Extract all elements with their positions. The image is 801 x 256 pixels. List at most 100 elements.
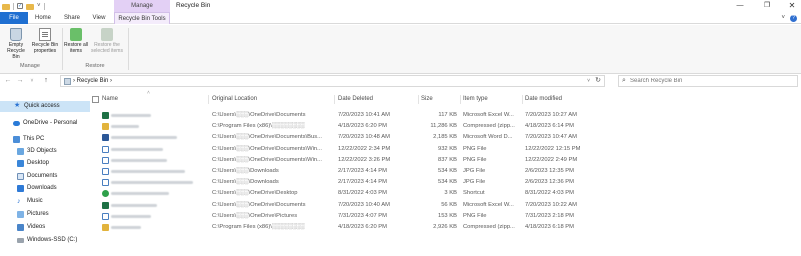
nav-item-pictures[interactable]: Pictures <box>0 209 90 220</box>
cell-size: 153 KB <box>437 212 457 219</box>
nav-item-desktop[interactable]: Desktop <box>0 158 90 169</box>
address-dropdown-icon[interactable]: ˅ <box>587 76 590 86</box>
png-file-icon <box>102 145 109 153</box>
cell-date-deleted: 2/17/2023 4:14 PM <box>338 179 387 186</box>
column-divider[interactable] <box>418 95 419 104</box>
search-input[interactable] <box>630 76 795 86</box>
cell-date-modified: 4/18/2023 6:18 PM <box>525 224 574 230</box>
column-header-original-location[interactable]: Original Location <box>212 93 257 106</box>
cell-size: 2,926 KB <box>433 224 457 230</box>
cell-date-deleted: 12/22/2022 3:26 PM <box>338 156 391 163</box>
desktop-icon <box>17 160 24 167</box>
cell-original-location: C:\Users\░░░\OneDrive\Pictures <box>212 212 298 219</box>
column-header-date-modified[interactable]: Date modified <box>525 93 562 106</box>
tab-recycle-bin-tools[interactable]: Recycle Bin Tools <box>114 12 170 24</box>
cell-item-type: PNG File <box>463 145 487 152</box>
cell-item-type: Compressed (zipp... <box>463 224 515 230</box>
redacted-file-name <box>111 214 151 218</box>
png-file-icon <box>102 212 109 220</box>
table-row[interactable]: C:\Users\░░░\Downloads 2/17/2023 4:14 PM 5… <box>92 177 801 188</box>
cell-original-location: C:\Users\░░░\OneDrive\Documents <box>212 112 306 118</box>
breadcrumb[interactable]: › Recycle Bin › <box>73 76 112 86</box>
table-row[interactable]: C:\Users\░░░\OneDrive\Documents\Win... 12… <box>92 144 801 155</box>
minimize-button[interactable]: — <box>726 0 754 12</box>
new-folder-icon[interactable] <box>26 3 34 10</box>
search-box[interactable]: ⌕ <box>618 75 798 87</box>
properties-check-icon[interactable]: ✓ <box>17 3 23 9</box>
file-list: ˄ Name Original Location Date Deleted Si… <box>92 90 801 256</box>
nav-item-this-pc[interactable]: This PC <box>0 134 90 145</box>
ribbon-right-controls: ˅ ? <box>781 12 797 24</box>
table-row[interactable]: C:\Users\░░░\OneDrive\Pictures 7/31/2023 … <box>92 211 801 222</box>
ribbon-group-restore: Restore <box>85 63 105 69</box>
tab-share[interactable]: Share <box>58 12 86 24</box>
redacted-file-name <box>111 158 167 162</box>
nav-item-music[interactable]: ♪ Music <box>0 196 90 207</box>
nav-item-quick-access[interactable]: ★ Quick access <box>0 101 90 112</box>
nav-item-onedrive[interactable]: OneDrive - Personal <box>0 118 90 129</box>
shortcut-file-icon <box>102 190 109 198</box>
nav-item-documents[interactable]: Documents <box>0 171 90 182</box>
tab-file[interactable]: File <box>0 12 28 24</box>
refresh-icon[interactable]: ↻ <box>595 76 601 86</box>
nav-item-3d-objects[interactable]: 3D Objects <box>0 146 90 157</box>
zip-file-icon <box>102 224 109 231</box>
window-title: Recycle Bin <box>176 2 211 9</box>
recycle-bin-properties-button[interactable]: Recycle Bin properties <box>30 28 60 54</box>
column-header-name[interactable]: Name <box>102 93 118 106</box>
back-button[interactable]: ← <box>3 75 13 87</box>
redacted-file-name <box>111 136 177 140</box>
column-header-size[interactable]: Size <box>421 93 433 106</box>
table-row[interactable]: C:\Program Files (x86)\░░░░░░░░ 4/18/2023… <box>92 121 801 132</box>
up-button[interactable]: ↑ <box>41 75 51 87</box>
cell-date-deleted: 4/18/2023 6:20 PM <box>338 123 387 130</box>
cell-size: 3 KB <box>444 190 457 197</box>
help-icon[interactable]: ? <box>790 14 797 22</box>
column-divider[interactable] <box>460 95 461 104</box>
table-row[interactable]: C:\Users\░░░\OneDrive\Documents 7/20/2023… <box>92 200 801 211</box>
cell-original-location: C:\Users\░░░\OneDrive\Documents <box>212 201 306 208</box>
restore-selected-items-button[interactable]: Restore the selected items <box>89 28 125 54</box>
nav-item-videos[interactable]: Videos <box>0 222 90 233</box>
close-button[interactable]: ✕ <box>778 0 801 12</box>
nav-item-downloads[interactable]: Downloads <box>0 183 90 194</box>
cube-icon <box>17 148 24 155</box>
cell-original-location: C:\Users\░░░\OneDrive\Documents\Win... <box>212 156 322 163</box>
column-divider[interactable] <box>334 95 335 104</box>
nav-label: 3D Objects <box>27 148 57 154</box>
cell-size: 11,286 KB <box>430 123 457 130</box>
recent-locations-button[interactable]: ˅ <box>27 75 37 87</box>
table-row[interactable]: C:\Users\░░░\OneDrive\Documents\Win... 12… <box>92 155 801 166</box>
tab-view[interactable]: View <box>86 12 112 24</box>
restore-all-items-button[interactable]: Restore all items <box>64 28 88 54</box>
cell-date-deleted: 2/17/2023 4:14 PM <box>338 168 387 174</box>
table-row[interactable]: C:\Users\░░░\Downloads 2/17/2023 4:14 PM 5… <box>92 166 801 177</box>
address-bar[interactable]: › Recycle Bin › ˅ ↻ <box>60 75 605 87</box>
cloud-icon <box>13 121 20 126</box>
nav-item-windows-ssd[interactable]: Windows-SSD (C:) <box>0 235 90 246</box>
customize-toolbar-chevron-icon[interactable]: ˅ <box>37 2 41 10</box>
table-row[interactable]: C:\Users\░░░\OneDrive\Desktop 8/31/2022 4… <box>92 188 801 199</box>
empty-recycle-bin-button[interactable]: Empty Recycle Bin <box>3 28 29 60</box>
nav-label: Downloads <box>27 185 57 191</box>
tab-home[interactable]: Home <box>29 12 57 24</box>
table-row[interactable]: C:\Users\░░░\OneDrive\Documents 7/20/2023… <box>92 110 801 121</box>
cell-original-location: C:\Users\░░░\OneDrive\Documents\Bus... <box>212 134 322 141</box>
select-all-checkbox[interactable] <box>92 96 99 103</box>
table-row[interactable]: C:\Program Files (x86)\░░░░░░░░ 4/18/2023… <box>92 222 801 233</box>
cell-date-deleted: 12/22/2022 2:34 PM <box>338 145 391 152</box>
column-divider[interactable] <box>208 95 209 104</box>
forward-button[interactable]: → <box>15 75 25 87</box>
column-header-item-type[interactable]: Item type <box>463 93 488 106</box>
cell-size: 534 KB <box>437 179 457 186</box>
expand-ribbon-chevron-icon[interactable]: ˅ <box>781 15 785 21</box>
cell-date-modified: 12/22/2022 12:15 PM <box>525 145 581 152</box>
nav-label: Documents <box>27 173 58 179</box>
nav-label: Desktop <box>27 160 50 166</box>
maximize-button[interactable]: ❐ <box>753 0 781 12</box>
cell-date-modified: 7/31/2023 2:18 PM <box>525 212 574 219</box>
table-row[interactable]: C:\Users\░░░\OneDrive\Documents\Bus... 7/… <box>92 132 801 143</box>
ribbon-group-divider <box>128 28 129 70</box>
column-header-date-deleted[interactable]: Date Deleted <box>338 93 373 106</box>
column-divider[interactable] <box>522 95 523 104</box>
